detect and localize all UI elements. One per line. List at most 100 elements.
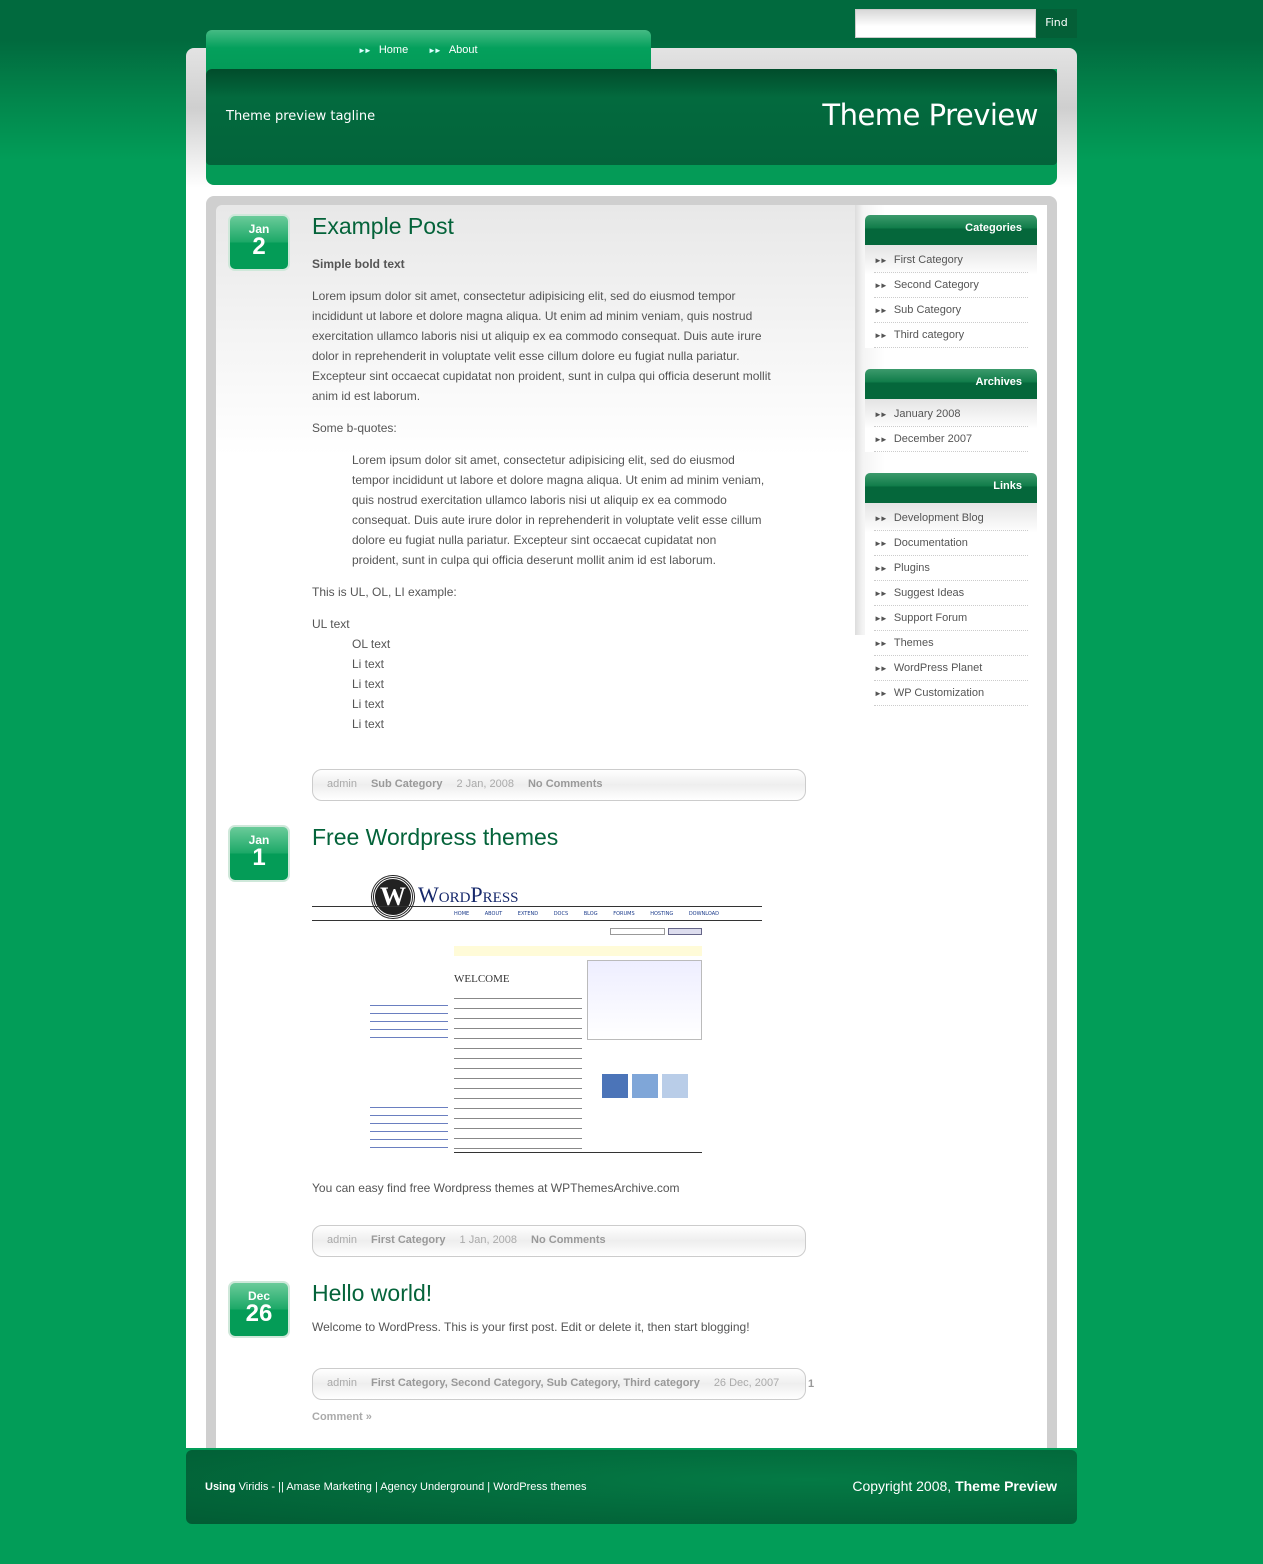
double-arrow-icon: ►► bbox=[874, 664, 888, 673]
nav-label: Home bbox=[378, 44, 409, 56]
widget-title: Archives bbox=[865, 369, 1037, 399]
links-list: ►► Development Blog ►► Documentation ►► Plugi… bbox=[865, 503, 1037, 706]
ol-text: OL text bbox=[352, 637, 391, 651]
post-date-badge: Jan 2 bbox=[228, 214, 290, 271]
sidebar-link[interactable]: ►► WordPress Planet bbox=[874, 656, 1028, 681]
list-item: Li text bbox=[352, 717, 385, 731]
sidebar-link-label: January 2008 bbox=[893, 408, 961, 420]
image-menu-item: DOWNLOAD bbox=[688, 911, 720, 917]
double-arrow-icon: ►► bbox=[874, 256, 888, 265]
double-arrow-icon: ►► bbox=[874, 514, 888, 523]
widget-title: Links bbox=[865, 473, 1037, 503]
footer-links[interactable]: Viridis - || Amase Marketing | Agency Un… bbox=[239, 1481, 587, 1493]
double-arrow-icon: ►► bbox=[874, 539, 888, 548]
post-paragraph: Welcome to WordPress. This is your first… bbox=[312, 1320, 750, 1334]
sidebar-link[interactable]: ►► Themes bbox=[874, 631, 1028, 656]
double-arrow-icon: ►► bbox=[874, 564, 888, 573]
post-comments-link[interactable]: No Comments bbox=[531, 1234, 606, 1246]
image-welcome: WELCOME bbox=[454, 973, 510, 985]
sidebar-link[interactable]: ►► Second Category bbox=[874, 273, 1028, 298]
sidebar-link[interactable]: ►► Suggest Ideas bbox=[874, 581, 1028, 606]
image-menu-item: HOSTING bbox=[650, 911, 674, 917]
list-item: Li text bbox=[352, 657, 385, 671]
double-arrow-icon: ►► bbox=[874, 589, 888, 598]
double-arrow-icon: ►► bbox=[874, 614, 888, 623]
nav-about[interactable]: ►► About bbox=[428, 44, 478, 56]
sidebar-link-label: Themes bbox=[893, 637, 934, 649]
sidebar-link-label: Development Blog bbox=[893, 512, 984, 524]
double-arrow-icon: ►► bbox=[874, 331, 888, 340]
post-category-link[interactable]: First Category bbox=[371, 1234, 446, 1246]
post-comments-link[interactable]: No Comments bbox=[528, 778, 603, 790]
double-arrow-icon: ►► bbox=[874, 281, 888, 290]
sidebar-link[interactable]: ►► December 2007 bbox=[874, 427, 1028, 452]
footer-copyright: Copyright 2008, Theme Preview bbox=[760, 1478, 1057, 1494]
double-arrow-icon: ►► bbox=[874, 306, 888, 315]
post-category-link[interactable]: Sub Category bbox=[371, 778, 443, 790]
sidebar-link[interactable]: ►► First Category bbox=[874, 248, 1028, 273]
sidebar-link[interactable]: ►► Plugins bbox=[874, 556, 1028, 581]
image-menu-item: EXTEND bbox=[517, 911, 539, 917]
category-list: ►► First Category ►► Second Category ►► Sub C… bbox=[865, 245, 1037, 348]
sidebar-link-label: Suggest Ideas bbox=[893, 587, 965, 599]
find-button[interactable]: Find bbox=[1036, 9, 1077, 38]
sidebar-link[interactable]: ►► Documentation bbox=[874, 531, 1028, 556]
post-comments-link[interactable]: Comment » bbox=[312, 1411, 372, 1423]
list-item: Li text bbox=[352, 677, 385, 691]
post-date: 2 Jan, 2008 bbox=[456, 778, 514, 790]
wordpress-logo-text: WordPress bbox=[418, 882, 519, 907]
sidebar-link[interactable]: ►► Sub Category bbox=[874, 298, 1028, 323]
widget-title: Categories bbox=[865, 215, 1037, 245]
wordpress-logo-icon: W bbox=[372, 876, 414, 918]
double-arrow-icon: ►► bbox=[874, 689, 888, 698]
post-info-bar: admin Sub Category 2 Jan, 2008 No Comments bbox=[312, 769, 806, 801]
post-title[interactable]: Free Wordpress themes bbox=[312, 824, 806, 851]
double-arrow-icon: ►► bbox=[874, 639, 888, 648]
comments-count[interactable]: 1 bbox=[808, 1378, 814, 1390]
sidebar-link[interactable]: ►► Third category bbox=[874, 323, 1028, 348]
bquote-label: Some b-quotes: bbox=[312, 421, 397, 435]
sidebar-link-label: Second Category bbox=[893, 279, 979, 291]
bold-text: Simple bold text bbox=[312, 257, 405, 271]
widget-archives: Archives ►► January 2008 ►► December 2007 bbox=[865, 369, 1037, 452]
sidebar-link-label: WordPress Planet bbox=[893, 662, 983, 674]
nav-label: About bbox=[448, 44, 478, 56]
sidebar-link[interactable]: ►► January 2008 bbox=[874, 402, 1028, 427]
post-category-links[interactable]: First Category, Second Category, Sub Cat… bbox=[371, 1377, 700, 1389]
blockquote: Lorem ipsum dolor sit amet, consectetur … bbox=[352, 453, 765, 567]
post: Free Wordpress themes bbox=[312, 824, 806, 851]
post-paragraph: Lorem ipsum dolor sit amet, consectetur … bbox=[312, 289, 771, 403]
copyright-text: Copyright 2008, bbox=[852, 1478, 952, 1494]
date-day: 26 bbox=[245, 1300, 273, 1327]
search-input[interactable] bbox=[855, 9, 1036, 38]
post-title[interactable]: Example Post bbox=[312, 213, 806, 240]
sidebar-link-label: Sub Category bbox=[893, 304, 962, 316]
image-menu: HOME ABOUT EXTEND DOCS BLOG FORUMS HOSTI… bbox=[454, 911, 719, 917]
post-title[interactable]: Hello world! bbox=[312, 1280, 806, 1307]
post: Example Post Simple bold text Lorem ipsu… bbox=[312, 213, 806, 734]
post-info-bar: admin First Category, Second Category, Su… bbox=[312, 1368, 806, 1400]
sidebar-link-label: First Category bbox=[893, 254, 963, 266]
date-day: 1 bbox=[252, 844, 266, 871]
widget-categories: Categories ►► First Category ►► Second Cate… bbox=[865, 215, 1037, 348]
sidebar-link-label: Support Forum bbox=[893, 612, 968, 624]
site-title[interactable]: Theme Preview bbox=[700, 98, 1038, 132]
image-menu-item: ABOUT bbox=[484, 911, 503, 917]
sidebar-link[interactable]: ►► Support Forum bbox=[874, 606, 1028, 631]
post-info-bar: admin First Category 1 Jan, 2008 No Comment… bbox=[312, 1225, 806, 1257]
wordpress-screenshot-image: W WordPress HOME ABOUT EXTEND DOCS BLOG … bbox=[312, 872, 762, 1157]
double-arrow-icon: ►► bbox=[358, 46, 372, 55]
date-day: 2 bbox=[252, 233, 266, 260]
sidebar-link-label: Documentation bbox=[893, 537, 968, 549]
sidebar-link[interactable]: ►► WP Customization bbox=[874, 681, 1028, 706]
post-paragraph: You can easy find free Wordpress themes … bbox=[312, 1181, 680, 1195]
post-author: admin bbox=[327, 1234, 357, 1246]
post-author: admin bbox=[327, 778, 357, 790]
sidebar-link[interactable]: ►► Development Blog bbox=[874, 506, 1028, 531]
footer-site-link[interactable]: Theme Preview bbox=[955, 1478, 1057, 1494]
post-date-badge: Dec 26 bbox=[228, 1281, 290, 1338]
image-menu-item: HOME bbox=[454, 911, 470, 917]
nav-home[interactable]: ►► Home bbox=[358, 44, 408, 56]
list-label: This is UL, OL, LI example: bbox=[312, 585, 457, 599]
widget-links: Links ►► Development Blog ►► Documentation ►… bbox=[865, 473, 1037, 706]
